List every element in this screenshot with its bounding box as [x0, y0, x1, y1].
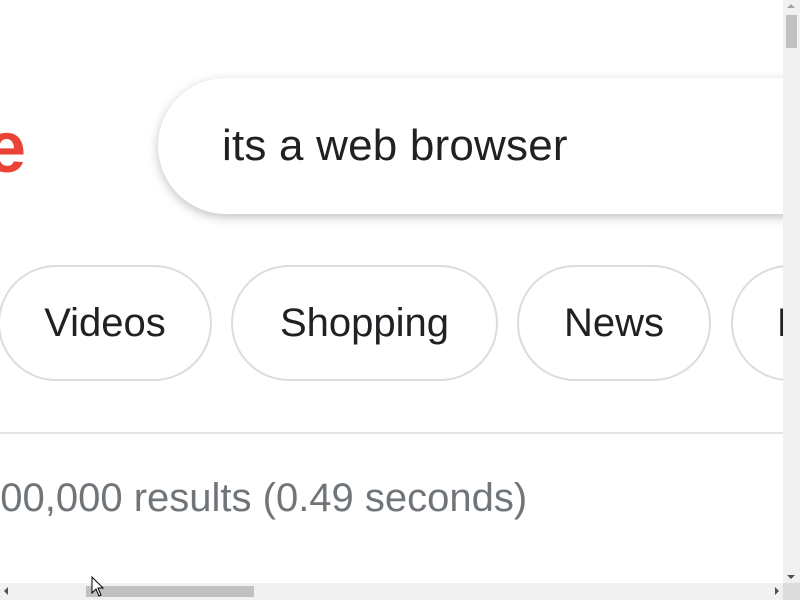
- scrollbar-corner: [783, 583, 800, 600]
- chip-books-partial[interactable]: B: [731, 265, 783, 381]
- mouse-pointer-icon: [91, 576, 105, 597]
- search-box[interactable]: its a web browser: [158, 78, 783, 214]
- logo-fragment-text: e: [0, 108, 27, 188]
- chip-label: Shopping: [279, 300, 450, 345]
- arrow-left-icon[interactable]: [4, 587, 8, 595]
- horizontal-scroll-thumb[interactable]: [86, 586, 254, 597]
- result-stats: 000,000 results (0.49 seconds): [0, 476, 528, 520]
- arrow-up-icon[interactable]: [787, 4, 795, 8]
- search-input[interactable]: its a web browser: [222, 121, 568, 171]
- horizontal-scrollbar[interactable]: [0, 583, 783, 600]
- chip-videos[interactable]: Videos: [0, 265, 212, 381]
- vertical-scroll-thumb[interactable]: [786, 15, 797, 48]
- chip-label: Videos: [44, 300, 166, 345]
- arrow-down-icon[interactable]: [787, 575, 795, 579]
- arrow-right-icon[interactable]: [775, 587, 779, 595]
- chip-news[interactable]: News: [517, 265, 711, 381]
- google-logo[interactable]: e: [0, 112, 26, 184]
- page-viewport: e its a web browser Videos Shopping News…: [0, 0, 783, 583]
- vertical-scrollbar[interactable]: [783, 0, 800, 583]
- header-divider: [0, 432, 783, 434]
- chip-shopping[interactable]: Shopping: [231, 265, 498, 381]
- chip-label: News: [563, 300, 665, 345]
